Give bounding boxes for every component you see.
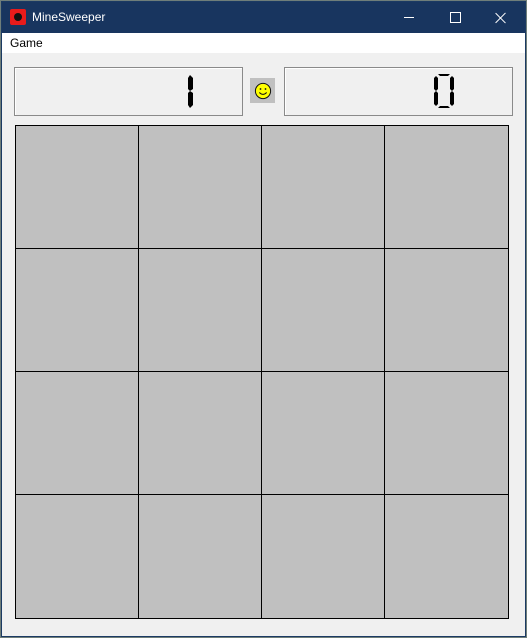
mine-cell[interactable] bbox=[139, 372, 262, 495]
mine-cell[interactable] bbox=[139, 126, 262, 249]
mine-cell[interactable] bbox=[16, 126, 139, 249]
mine-cell[interactable] bbox=[385, 249, 508, 372]
smiley-face-icon bbox=[254, 82, 271, 99]
mine-cell[interactable] bbox=[385, 495, 508, 618]
mine-cell[interactable] bbox=[16, 372, 139, 495]
title-bar[interactable]: MineSweeper bbox=[2, 2, 525, 33]
mine-app-icon bbox=[10, 9, 26, 25]
timer-digit: 0 bbox=[434, 73, 454, 109]
mine-cell[interactable] bbox=[385, 126, 508, 249]
minesweeper-window: MineSweeper Game 1 0 bbox=[2, 2, 525, 636]
window-title: MineSweeper bbox=[32, 10, 106, 24]
mine-cell[interactable] bbox=[262, 126, 385, 249]
close-icon bbox=[495, 12, 507, 24]
mine-cell[interactable] bbox=[262, 372, 385, 495]
mine-cell[interactable] bbox=[16, 495, 139, 618]
minefield-grid bbox=[15, 125, 509, 619]
minimize-icon bbox=[404, 17, 414, 18]
minimize-button[interactable] bbox=[386, 2, 432, 33]
timer-display bbox=[284, 67, 513, 116]
mine-counter bbox=[14, 67, 243, 116]
mine-cell[interactable] bbox=[16, 249, 139, 372]
menu-game[interactable]: Game bbox=[10, 36, 43, 50]
maximize-button[interactable] bbox=[432, 2, 478, 33]
new-game-smiley-button[interactable] bbox=[250, 78, 275, 103]
mine-cell[interactable] bbox=[262, 249, 385, 372]
mine-cell[interactable] bbox=[385, 372, 508, 495]
mine-counter-seven-segment: 1 bbox=[188, 75, 193, 108]
mine-counter-digit: 1 bbox=[178, 73, 198, 109]
mine-cell[interactable] bbox=[139, 249, 262, 372]
timer-seven-segment: 0 bbox=[434, 74, 454, 108]
maximize-icon bbox=[449, 12, 461, 23]
mine-cell[interactable] bbox=[262, 495, 385, 618]
close-button[interactable] bbox=[478, 2, 524, 33]
menu-bar: Game bbox=[2, 33, 525, 53]
mine-cell[interactable] bbox=[139, 495, 262, 618]
